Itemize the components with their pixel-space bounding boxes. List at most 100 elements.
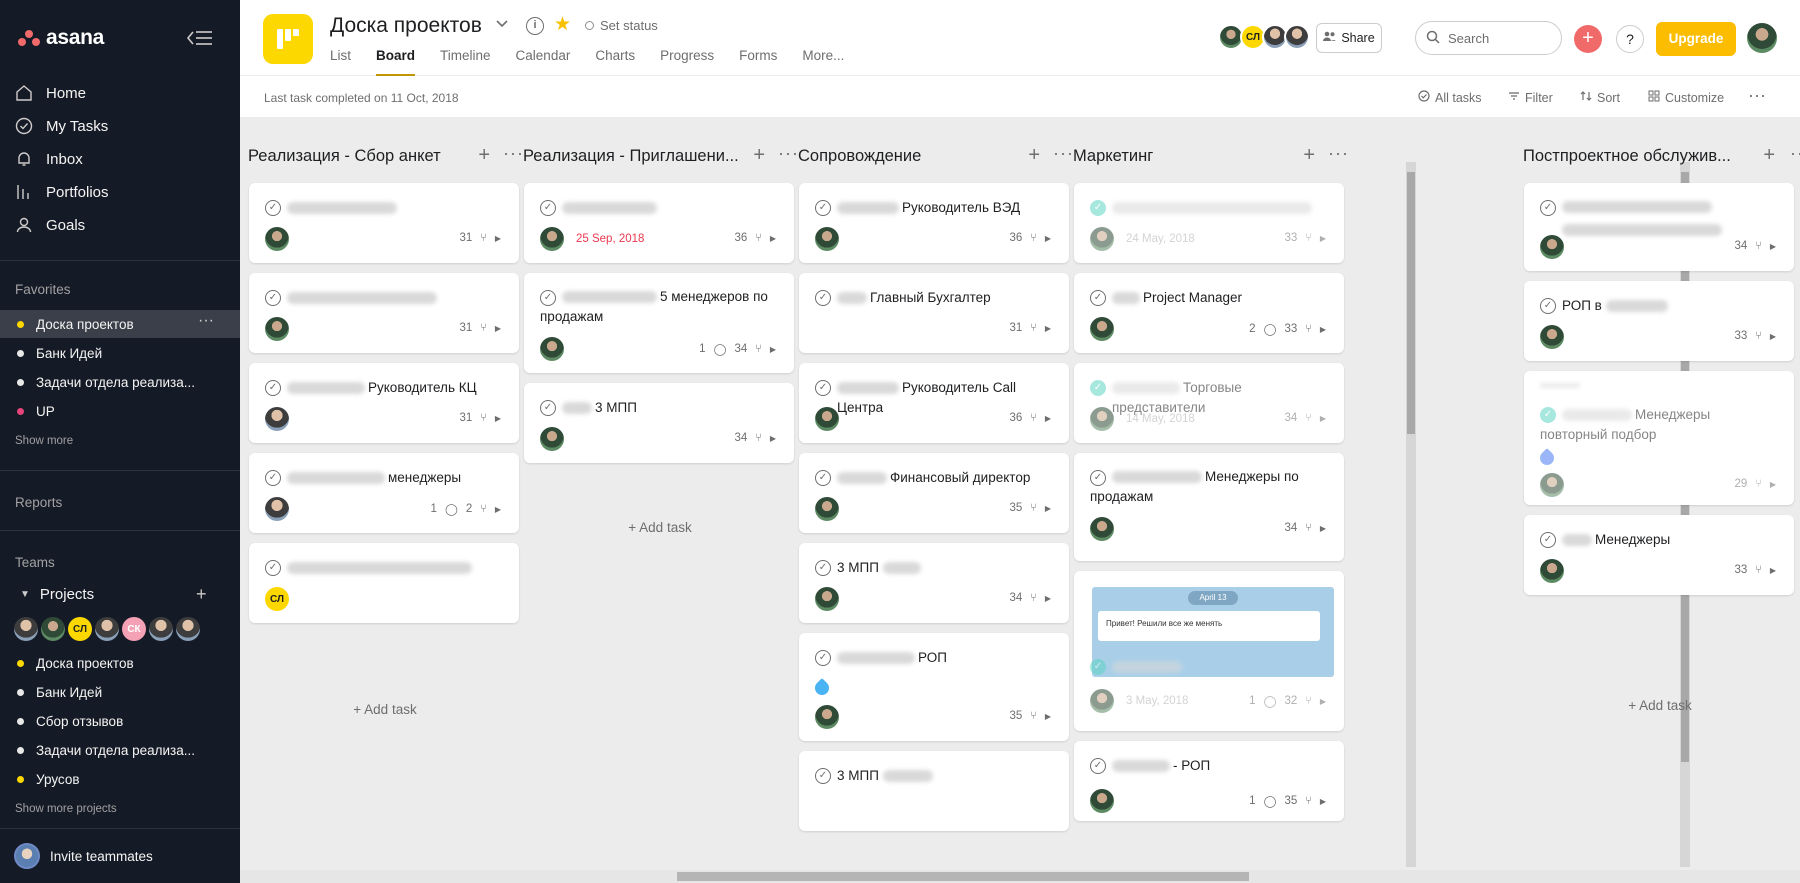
- add-team-member-icon[interactable]: +: [196, 584, 207, 605]
- task-meta[interactable]: 1 ◯ 34 ⑂ ▶: [699, 342, 776, 356]
- tab-progress[interactable]: Progress: [660, 48, 714, 76]
- sort-button[interactable]: Sort: [1580, 90, 1620, 105]
- task-card[interactable]: ✓ 25 Sep, 2018 36 ⑂ ▶: [524, 183, 794, 263]
- all-tasks-filter[interactable]: All tasks: [1418, 90, 1482, 105]
- task-card[interactable]: ✓ - РОП 1 ◯ 35 ⑂ ▶: [1074, 741, 1344, 821]
- assignee-avatar[interactable]: [1090, 317, 1114, 341]
- nav-my-tasks[interactable]: My Tasks: [14, 113, 108, 139]
- assignee-avatar[interactable]: [1540, 235, 1564, 259]
- assignee-avatar[interactable]: [540, 227, 564, 251]
- assignee-avatar[interactable]: [1090, 407, 1114, 431]
- task-card[interactable]: ✓ СЛ: [249, 543, 519, 623]
- task-card[interactable]: ✓ 5 менеджеров по продажам 1 ◯ 34 ⑂ ▶: [524, 273, 794, 373]
- subtask-count[interactable]: 34 ⑂ ▶: [1734, 240, 1776, 252]
- avatar[interactable]: [176, 617, 200, 641]
- quick-add-button[interactable]: +: [1574, 25, 1602, 53]
- invite-teammates-button[interactable]: Invite teammates: [14, 843, 153, 869]
- subtask-count[interactable]: 36 ⑂ ▶: [734, 232, 776, 244]
- task-card[interactable]: ✓ Торговые представители 14 May, 2018 34…: [1074, 363, 1344, 443]
- avatar[interactable]: [95, 617, 119, 641]
- star-icon[interactable]: ★: [554, 13, 571, 36]
- show-more-projects-link[interactable]: Show more projects: [15, 803, 117, 815]
- assignee-avatar[interactable]: [540, 337, 564, 361]
- task-card[interactable]: ✓ 24 May, 2018 33 ⑂ ▶: [1074, 183, 1344, 263]
- assignee-avatar[interactable]: [1090, 689, 1114, 713]
- team-projects[interactable]: ▼ Projects: [20, 586, 94, 603]
- more-icon[interactable]: ···: [1748, 85, 1766, 106]
- task-card[interactable]: ✓ Главный Бухгалтер 31 ⑂ ▶: [799, 273, 1069, 353]
- nav-home[interactable]: Home: [14, 80, 86, 106]
- assignee-avatar[interactable]: [265, 227, 289, 251]
- assignee-avatar[interactable]: [815, 497, 839, 521]
- task-card[interactable]: ✓ Менеджеры по продажам 34 ⑂ ▶: [1074, 453, 1344, 561]
- project-item[interactable]: Задачи отдела реализа...: [0, 736, 240, 764]
- chevron-down-icon[interactable]: [495, 16, 509, 33]
- add-card-icon[interactable]: +: [478, 144, 490, 167]
- show-more-link[interactable]: Show more: [15, 435, 73, 447]
- task-card[interactable]: ✓ менеджеры 1 ◯ 2 ⑂ ▶: [249, 453, 519, 533]
- subtask-count[interactable]: 31 ⑂ ▶: [459, 232, 501, 244]
- tab-more[interactable]: More...: [802, 48, 844, 76]
- subtask-count[interactable]: 35 ⑂ ▶: [1009, 502, 1051, 514]
- subtask-count[interactable]: 36 ⑂ ▶: [1009, 412, 1051, 424]
- tab-calendar[interactable]: Calendar: [516, 48, 571, 76]
- project-item[interactable]: Доска проектов: [0, 649, 240, 677]
- add-card-icon[interactable]: +: [1028, 144, 1040, 167]
- favorite-item[interactable]: Банк Идей: [0, 339, 240, 367]
- task-meta[interactable]: 1 ◯ 2 ⑂ ▶: [431, 502, 501, 516]
- tab-charts[interactable]: Charts: [595, 48, 635, 76]
- board-horizontal-scrollbar[interactable]: [240, 870, 1800, 883]
- column-title[interactable]: Реализация - Сбор анкет: [248, 147, 441, 166]
- task-card[interactable]: ✓ 3 МПП 34 ⑂ ▶: [799, 543, 1069, 623]
- due-date[interactable]: 3 May, 2018: [1126, 695, 1188, 707]
- tab-list[interactable]: List: [330, 48, 351, 76]
- customize-button[interactable]: Customize: [1648, 90, 1724, 105]
- task-card[interactable]: ✓ Финансовый директор 35 ⑂ ▶: [799, 453, 1069, 533]
- share-button[interactable]: Share: [1316, 23, 1382, 53]
- info-icon[interactable]: i: [526, 17, 544, 35]
- due-date[interactable]: 24 May, 2018: [1126, 233, 1195, 245]
- more-icon[interactable]: ···: [198, 312, 214, 330]
- column-title[interactable]: Маркетинг: [1073, 147, 1153, 166]
- assignee-avatar[interactable]: [1540, 473, 1564, 497]
- project-item[interactable]: Сбор отзывов: [0, 707, 240, 735]
- project-board-icon[interactable]: [263, 14, 313, 64]
- assignee-avatar[interactable]: СЛ: [265, 587, 289, 611]
- add-card-icon[interactable]: +: [1763, 144, 1775, 167]
- filter-button[interactable]: Filter: [1508, 90, 1553, 105]
- avatar[interactable]: СЛ: [68, 617, 92, 641]
- assignee-avatar[interactable]: [265, 497, 289, 521]
- due-date[interactable]: 14 May, 2018: [1126, 413, 1195, 425]
- assignee-avatar[interactable]: [1540, 559, 1564, 583]
- assignee-avatar[interactable]: [1090, 227, 1114, 251]
- task-card[interactable]: April 13 Привет! Решили все же менять ✓ …: [1074, 571, 1344, 731]
- task-card[interactable]: ✓ РОП 35 ⑂ ▶: [799, 633, 1069, 741]
- tab-timeline[interactable]: Timeline: [440, 48, 491, 76]
- favorite-item[interactable]: Доска проектов ···: [0, 310, 240, 338]
- project-item[interactable]: Банк Идей: [0, 678, 240, 706]
- favorite-item[interactable]: Задачи отдела реализа...: [0, 368, 240, 396]
- subtask-count[interactable]: 33 ⑂ ▶: [1734, 330, 1776, 342]
- nav-goals[interactable]: Goals: [14, 212, 85, 238]
- subtask-count[interactable]: 34 ⑂ ▶: [1284, 522, 1326, 534]
- task-card[interactable]: ✓ Менеджеры 33 ⑂ ▶: [1524, 515, 1794, 595]
- nav-portfolios[interactable]: Portfolios: [14, 179, 109, 205]
- asana-logo[interactable]: asana: [18, 26, 104, 50]
- column-title[interactable]: Сопровождение: [798, 147, 921, 166]
- tag-icon[interactable]: [812, 678, 832, 698]
- due-date[interactable]: 25 Sep, 2018: [576, 233, 644, 245]
- scrollbar-thumb[interactable]: [677, 872, 1249, 881]
- task-meta[interactable]: 1 ◯ 35 ⑂ ▶: [1249, 794, 1326, 808]
- add-task-button[interactable]: + Add task: [240, 702, 530, 717]
- nav-inbox[interactable]: Inbox: [14, 146, 83, 172]
- task-card[interactable]: ✓ 34 ⑂ ▶: [1524, 183, 1794, 271]
- task-meta[interactable]: 1 ◯ 32 ⑂ ▶: [1249, 694, 1326, 708]
- assignee-avatar[interactable]: [815, 407, 839, 431]
- assignee-avatar[interactable]: [1090, 789, 1114, 813]
- tab-forms[interactable]: Forms: [739, 48, 777, 76]
- favorite-item[interactable]: UP: [0, 397, 240, 425]
- upgrade-button[interactable]: Upgrade: [1656, 22, 1736, 56]
- project-members[interactable]: СЛ: [1218, 24, 1310, 50]
- task-card[interactable]: ✓ 3 МПП: [799, 751, 1069, 831]
- avatar[interactable]: [149, 617, 173, 641]
